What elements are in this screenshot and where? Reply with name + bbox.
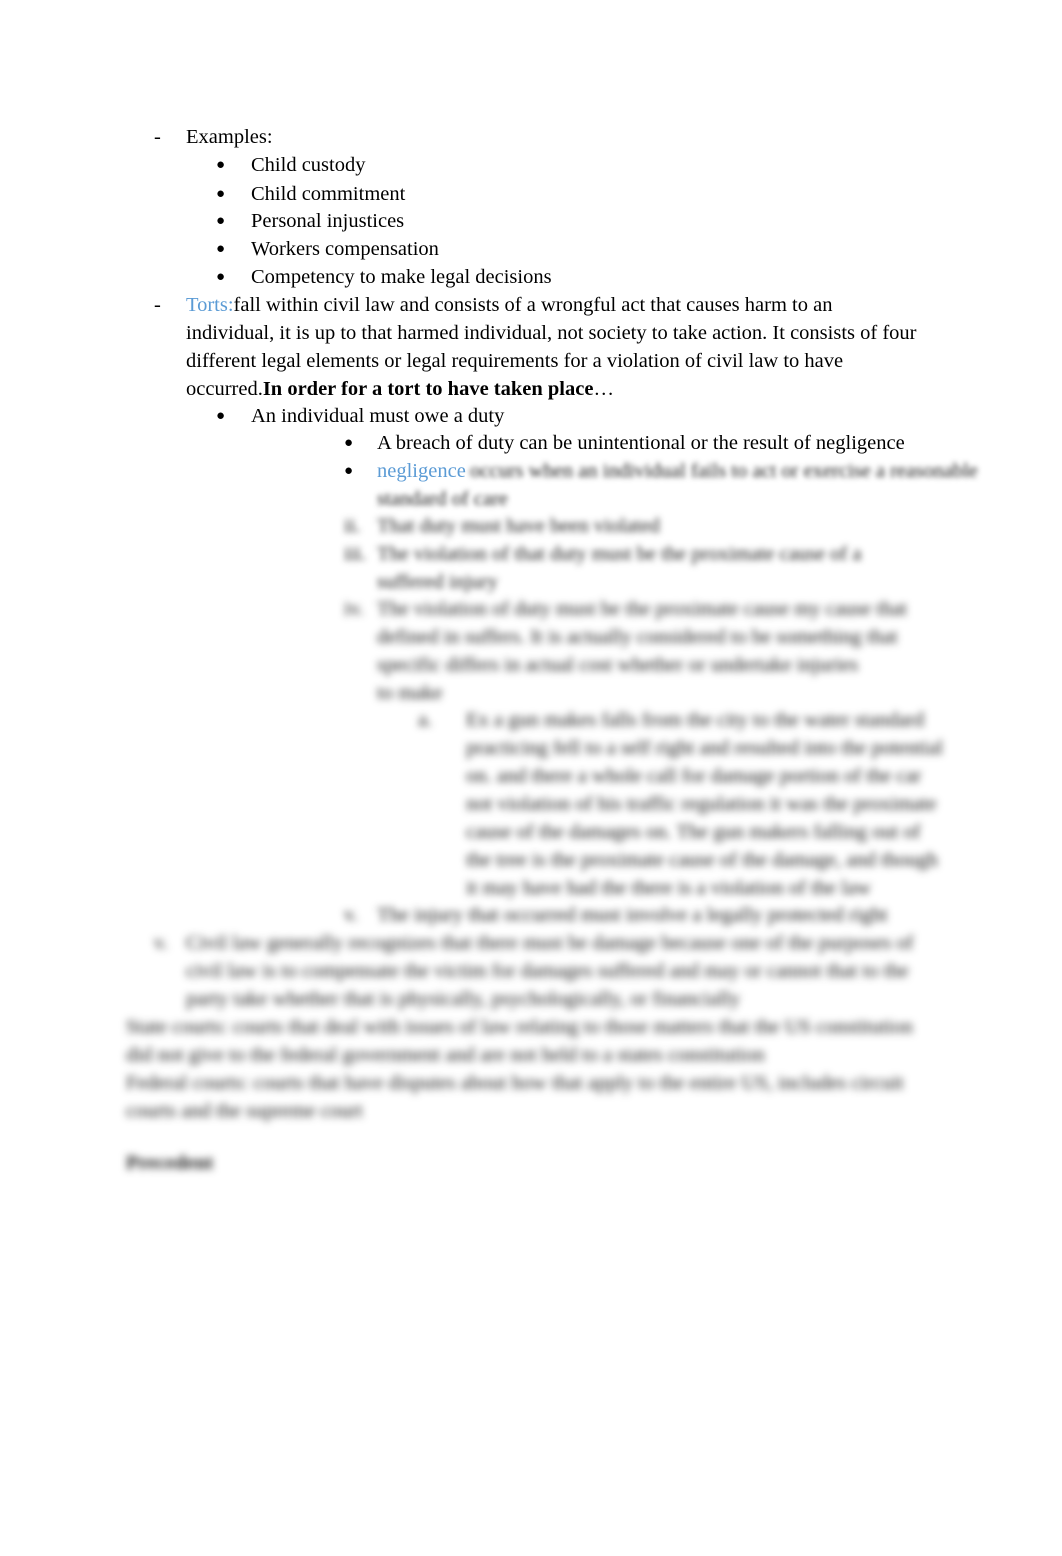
bullet-icon-workers-compensation: ●: [216, 241, 226, 257]
list-item-breach-duty: A breach of duty can be unintentional or…: [377, 432, 905, 454]
blurred-line-item-v: The injury that occurred must involve a …: [377, 904, 888, 926]
blurred-line-sub-a-7: it may have had the there is a violation…: [466, 877, 871, 899]
dash-marker-examples: -: [154, 126, 161, 148]
blurred-line-state-courts: State courts: courts that deal with issu…: [126, 1014, 913, 1042]
torts-line-3: different legal elements or legal requir…: [186, 350, 844, 372]
document-page: - Examples: ● Child custody ● Child comm…: [0, 0, 1062, 1556]
dash-marker-torts: -: [154, 294, 161, 316]
blurred-line-item-iii-1: The violation of that duty must be the p…: [377, 543, 862, 565]
examples-heading: Examples:: [186, 126, 273, 148]
blurred-marker-iv: iv.: [344, 598, 364, 620]
blurred-line-federal-courts-2: courts and the supreme court: [126, 1100, 363, 1122]
torts-term: Torts:: [186, 294, 234, 316]
torts-line-4-text: occurred.: [186, 378, 263, 400]
torts-line-1-text: fall within civil law and consists of a …: [233, 294, 833, 316]
list-item-child-commitment: Child commitment: [251, 183, 406, 205]
blurred-marker-a: a.: [418, 709, 433, 731]
bullet-icon-child-commitment: ●: [216, 186, 226, 202]
blurred-line-item-ii: That duty must have been violated: [377, 515, 660, 537]
bullet-icon-personal-injustices: ●: [216, 213, 226, 229]
blurred-line-sub-a-6: the tree is the proximate cause of the d…: [466, 849, 938, 871]
list-item-owe-duty: An individual must owe a duty: [251, 405, 505, 427]
blurred-term-federal-courts: Federal courts: [126, 1072, 243, 1094]
list-item-workers-compensation: Workers compensation: [251, 238, 439, 260]
list-item-personal-injustices: Personal injustices: [251, 210, 405, 232]
blurred-line-federal-courts: Federal courts: courts that have dispute…: [126, 1070, 904, 1098]
blurred-marker-civil: v.: [154, 932, 169, 954]
blurred-line-civil-2: civil law is to compensate the victim fo…: [186, 960, 909, 982]
blurred-term-state-courts: State courts: [126, 1016, 223, 1038]
blurred-line-item-iii-2: suffered injury: [377, 571, 498, 593]
blurred-line-sub-a-1: Ex a gun makes falls from the city to th…: [466, 709, 925, 731]
blurred-line-item-iv-3: specific differs in actual cost whether …: [377, 654, 859, 676]
blurred-term-state-courts-def: : courts that deal with issues of law re…: [222, 1016, 913, 1038]
blurred-line-sub-a-4: not violation of his traffic regulation …: [466, 793, 937, 815]
blurred-line-item-iv-2: defined in suffers. It is actually consi…: [377, 626, 898, 648]
blurred-line-negligence-def-1: occurs when an individual fails to act o…: [470, 460, 978, 482]
bullet-icon-breach-duty: ●: [344, 435, 354, 451]
blurred-marker-ii: ii.: [344, 515, 361, 537]
blurred-marker-v: v.: [344, 904, 359, 926]
blurred-line-civil-3: party take whether that is physically, p…: [186, 988, 741, 1010]
blurred-line-state-courts-2: did not give to the federal government a…: [126, 1044, 765, 1066]
bullet-icon-owe-duty: ●: [216, 408, 226, 424]
blurred-term-federal-courts-def: : courts that have disputes about how th…: [242, 1072, 904, 1094]
blurred-line-sub-a-3: on. and there a whole call for damage po…: [466, 765, 922, 787]
bullet-icon-negligence: ●: [344, 463, 354, 479]
torts-line-4: occurred.In order for a tort to have tak…: [186, 376, 614, 404]
blurred-heading-bottom: Precedent: [126, 1152, 214, 1174]
blurred-marker-iii: iii.: [344, 543, 367, 565]
blurred-line-item-iv-1: The violation of duty must be the proxim…: [377, 598, 908, 620]
bullet-icon-competency: ●: [216, 269, 226, 285]
blurred-line-sub-a-2: practicing fell to a self right and resu…: [466, 737, 944, 759]
torts-bold-tail: In order for a tort to have taken place: [262, 378, 594, 400]
blurred-line-item-iv-4: to make: [377, 682, 443, 704]
torts-line-1: Torts:fall within civil law and consists…: [186, 292, 832, 320]
torts-line-2: individual, it is up to that harmed indi…: [186, 322, 917, 344]
blurred-line-negligence-def-2: standard of care: [377, 488, 508, 510]
negligence-term: negligence: [377, 460, 466, 482]
list-item-competency: Competency to make legal decisions: [251, 266, 552, 288]
list-item-child-custody: Child custody: [251, 154, 366, 176]
bullet-icon-child-custody: ●: [216, 157, 226, 173]
blurred-line-sub-a-5: cause of the damages on. The gun makers …: [466, 821, 921, 843]
torts-ellipsis: …: [593, 378, 614, 400]
blurred-line-civil-1: Civil law generally recognizes that ther…: [186, 932, 914, 954]
